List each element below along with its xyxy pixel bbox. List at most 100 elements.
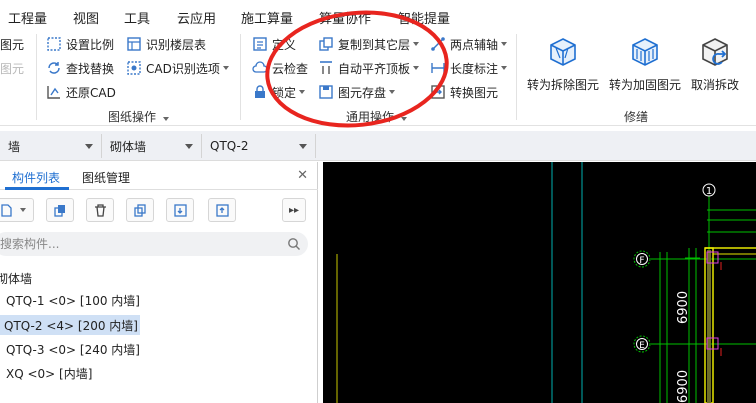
- button-label: 图元: [0, 37, 25, 52]
- convert-to-demolish-button[interactable]: 转为拆除图元: [520, 34, 606, 104]
- button-label: 还原CAD: [66, 85, 116, 100]
- menu-cloud-apps[interactable]: 云应用: [177, 8, 216, 27]
- define-button[interactable]: 定义: [252, 34, 296, 54]
- button-label: 图元存盘: [338, 85, 387, 100]
- menu-collaboration[interactable]: 算量协作: [319, 8, 371, 27]
- more-tools-button[interactable]: ▸▸: [282, 198, 306, 222]
- menu-view[interactable]: 视图: [73, 8, 99, 27]
- export-component-button[interactable]: [208, 198, 236, 222]
- lock-button[interactable]: 锁定: [252, 82, 306, 102]
- ribbon: 图元 图元 设置比例 查找替换 还原CAD 识别楼层表 CAD识别选项 图纸操作…: [0, 30, 756, 126]
- delete-component-button[interactable]: [86, 198, 114, 222]
- category-select[interactable]: 墙: [2, 134, 102, 158]
- ribbon-element-button-2[interactable]: 图元: [0, 58, 24, 78]
- component-search-input[interactable]: [0, 232, 308, 256]
- wall-fill: [707, 250, 711, 403]
- cancel-modification-button[interactable]: 取消拆改: [672, 34, 756, 104]
- menu-construction-quantity[interactable]: 施工算量: [241, 8, 293, 27]
- component-select-value: QTQ-2: [210, 139, 249, 153]
- aux-axis-icon: [430, 36, 446, 52]
- close-icon[interactable]: ✕: [297, 168, 308, 183]
- find-replace-button[interactable]: 查找替换: [46, 58, 114, 78]
- list-item[interactable]: XQ <0> [内墙]: [4, 363, 94, 383]
- button-label: 定义: [272, 37, 297, 52]
- dimension-label: 6900: [676, 291, 691, 324]
- align-top-icon: [318, 60, 334, 76]
- group-label-drawing-operations: 图纸操作: [108, 108, 169, 125]
- cad-identify-options-button[interactable]: CAD识别选项: [126, 58, 229, 78]
- cloud-check-button[interactable]: 云检查: [252, 58, 308, 78]
- lock-icon: [252, 84, 268, 100]
- button-label: 转为加固图元: [608, 78, 681, 92]
- layer-copy-button[interactable]: [126, 198, 154, 222]
- length-dimension-button[interactable]: 长度标注: [430, 58, 508, 78]
- axis-label-top: 1: [706, 186, 712, 197]
- list-item-selected[interactable]: QTQ-2 <4> [200 内墙]: [0, 315, 140, 335]
- menu-tools[interactable]: 工具: [124, 8, 150, 27]
- two-point-aux-axis-button[interactable]: 两点辅轴: [430, 34, 508, 54]
- axis-label-f: F: [639, 256, 644, 266]
- copy-component-button[interactable]: [46, 198, 74, 222]
- trash-icon: [94, 203, 106, 217]
- convert-elements-button[interactable]: 转换图元: [430, 82, 498, 102]
- menu-smart-extract[interactable]: 智能提量: [398, 8, 450, 27]
- button-label: 云检查: [272, 61, 309, 76]
- list-item[interactable]: QTQ-1 <0> [100 内墙]: [4, 290, 142, 310]
- chevron-down-icon[interactable]: [162, 117, 169, 121]
- new-component-button[interactable]: [0, 198, 34, 222]
- chevron-down-icon[interactable]: [501, 42, 508, 46]
- chevron-down-icon[interactable]: [389, 90, 396, 94]
- button-label: 转换图元: [450, 85, 499, 100]
- chevron-down-icon[interactable]: [299, 90, 306, 94]
- import-component-button[interactable]: [166, 198, 194, 222]
- chevron-down-icon: [299, 144, 307, 149]
- chevron-down-icon[interactable]: [400, 117, 407, 121]
- undo-cube-icon: [702, 38, 728, 66]
- panel-tabs: 构件列表 图纸管理 ✕: [0, 162, 318, 190]
- list-item[interactable]: QTQ-3 <0> [240 内墙]: [4, 339, 142, 359]
- copy-to-other-floors-button[interactable]: 复制到其它层: [318, 34, 420, 54]
- button-label: 查找替换: [66, 61, 115, 76]
- scale-icon: [46, 36, 62, 52]
- tab-component-list[interactable]: 构件列表: [12, 169, 60, 186]
- panel-toolbar: ▸▸: [0, 196, 318, 226]
- chevron-down-icon[interactable]: [501, 66, 508, 70]
- restore-cad-button[interactable]: 还原CAD: [46, 82, 116, 102]
- dimension-icon: [430, 60, 446, 76]
- button-label: 两点辅轴: [450, 37, 499, 52]
- auto-align-top-slab-button[interactable]: 自动平齐顶板: [318, 58, 420, 78]
- separator: [240, 34, 241, 120]
- cad-drawing: 1 F E 6900 6900: [336, 162, 756, 403]
- menu-engineering-quantity[interactable]: 工程量: [8, 8, 47, 27]
- save-elements-button[interactable]: 图元存盘: [318, 82, 396, 102]
- set-scale-button[interactable]: 设置比例: [46, 34, 114, 54]
- dimension-label: 6900: [676, 370, 691, 403]
- cad-drawing-canvas[interactable]: 1 F E 6900 6900: [323, 162, 756, 403]
- ribbon-element-button-1[interactable]: 图元: [0, 34, 24, 54]
- identify-floor-table-button[interactable]: 识别楼层表: [126, 34, 206, 54]
- reinforce-cube-icon: [632, 38, 658, 66]
- demolish-cube-icon: [550, 38, 576, 66]
- chevron-down-icon[interactable]: [222, 66, 229, 70]
- tab-drawing-management[interactable]: 图纸管理: [82, 169, 130, 186]
- separator: [36, 34, 37, 120]
- type-select[interactable]: 砌体墙: [104, 134, 202, 158]
- cad-options-icon: [126, 60, 142, 76]
- search-icon[interactable]: [287, 237, 301, 251]
- chevron-down-icon: [85, 144, 93, 149]
- button-label: 识别楼层表: [146, 37, 207, 52]
- component-panel: 构件列表 图纸管理 ✕ ▸▸ 砌体墙 QTQ-1 <0> [100 内墙] QT…: [0, 162, 318, 403]
- group-label-general-operations: 通用操作: [346, 108, 407, 125]
- button-label: 图元: [0, 61, 25, 76]
- button-label: CAD识别选项: [146, 61, 220, 76]
- chevron-down-icon[interactable]: [413, 42, 420, 46]
- button-label: 设置比例: [66, 37, 115, 52]
- import-icon: [173, 203, 187, 217]
- chevron-down-icon[interactable]: [413, 66, 420, 70]
- cloud-check-icon: [252, 60, 268, 76]
- restore-cad-icon: [46, 84, 62, 100]
- tree-group-masonry-wall[interactable]: 砌体墙: [0, 270, 32, 287]
- component-select[interactable]: QTQ-2: [204, 134, 316, 158]
- active-tab-indicator: [5, 187, 69, 190]
- export-icon: [215, 203, 229, 217]
